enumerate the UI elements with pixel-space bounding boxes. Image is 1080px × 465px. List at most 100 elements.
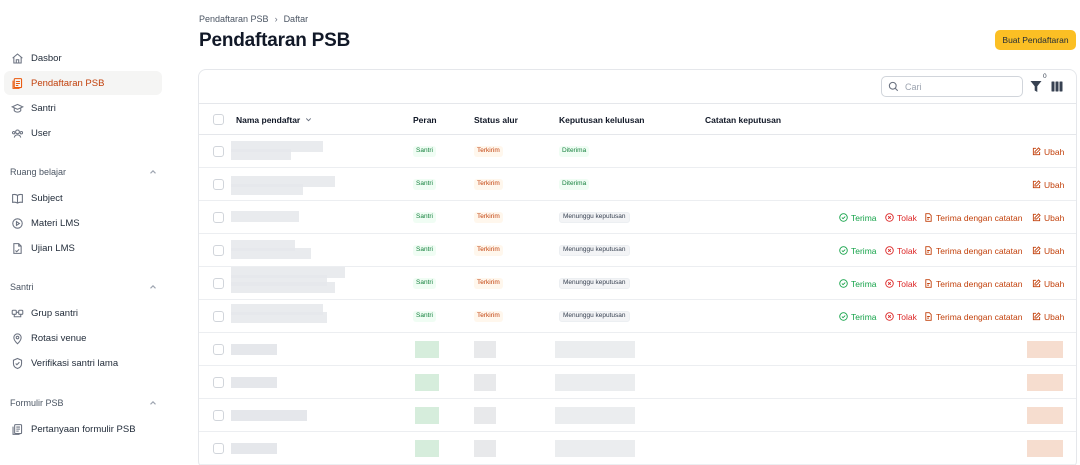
sidebar-item-label: Subject bbox=[31, 192, 63, 204]
sidebar-item-ujian-lms[interactable]: Ujian LMS bbox=[4, 236, 162, 260]
table-row: Santri Terkirim Diterima Ubah bbox=[199, 168, 1076, 201]
home-icon bbox=[10, 51, 24, 65]
chevron-up-icon bbox=[150, 170, 156, 174]
action-label: Tolak bbox=[897, 245, 917, 256]
row-checkbox[interactable] bbox=[213, 443, 224, 454]
row-checkbox[interactable] bbox=[213, 344, 224, 355]
redacted-status bbox=[474, 341, 496, 358]
sidebar-item-label: Dasbor bbox=[31, 52, 62, 64]
sidebar-item-grup-santri[interactable]: Grup santri bbox=[4, 301, 162, 325]
accept-with-note-button[interactable]: Terima dengan catatan bbox=[924, 300, 1022, 333]
section-title: Santri bbox=[10, 282, 34, 292]
column-header-nama-pendaftar[interactable]: Nama pendaftar bbox=[236, 104, 313, 135]
section-santri-toggle[interactable]: Santri bbox=[10, 279, 158, 295]
section-title: Formulir PSB bbox=[10, 398, 64, 408]
row-checkbox[interactable] bbox=[213, 146, 224, 157]
search-input[interactable] bbox=[905, 81, 1015, 92]
role-badge: Santri bbox=[413, 278, 436, 289]
redacted-name bbox=[231, 377, 277, 388]
column-header-status-alur: Status alur bbox=[474, 114, 518, 125]
redacted-action bbox=[1027, 440, 1063, 457]
sidebar-item-pertanyaan-formulir-psb[interactable]: Pertanyaan formulir PSB bbox=[4, 417, 162, 441]
file-note-icon bbox=[925, 213, 932, 222]
redacted-name bbox=[231, 344, 277, 355]
exam-file-icon bbox=[10, 241, 24, 255]
map-pin-icon bbox=[10, 331, 24, 345]
table-row-placeholder bbox=[199, 333, 1076, 366]
edit-icon bbox=[1032, 180, 1041, 189]
sidebar-item-label: Santri bbox=[31, 102, 56, 114]
action-label: Terima dengan catatan bbox=[936, 311, 1023, 322]
accept-button[interactable]: Terima bbox=[839, 267, 877, 300]
edit-icon bbox=[1032, 246, 1041, 255]
decision-badge: Menunggu keputusan bbox=[559, 278, 630, 289]
group-icon bbox=[10, 306, 24, 320]
users-icon bbox=[10, 126, 24, 140]
sidebar-item-verifikasi-santri-lama[interactable]: Verifikasi santri lama bbox=[4, 351, 162, 375]
sidebar-item-santri[interactable]: Santri bbox=[4, 96, 162, 120]
action-label: Ubah bbox=[1044, 146, 1065, 157]
section-ruang-belajar-toggle[interactable]: Ruang belajar bbox=[10, 164, 158, 180]
search-box bbox=[881, 76, 1023, 97]
registrations-table-card: 0 Nama pendaftar Peran Status alur Keput… bbox=[198, 69, 1077, 465]
sidebar-item-user[interactable]: User bbox=[4, 121, 162, 145]
accept-button[interactable]: Terima bbox=[839, 201, 877, 234]
role-badge: Santri bbox=[413, 311, 436, 322]
sidebar-item-subject[interactable]: Subject bbox=[4, 186, 162, 210]
action-label: Terima dengan catatan bbox=[936, 245, 1023, 256]
form-stack-icon bbox=[10, 422, 24, 436]
create-registration-button[interactable]: Buat Pendaftaran bbox=[995, 30, 1076, 50]
status-badge: Terkirim bbox=[474, 179, 503, 190]
accept-button[interactable]: Terima bbox=[839, 234, 877, 267]
accept-with-note-button[interactable]: Terima dengan catatan bbox=[924, 267, 1022, 300]
edit-button[interactable]: Ubah bbox=[1032, 168, 1064, 201]
columns-icon[interactable] bbox=[1051, 81, 1063, 92]
action-label: Ubah bbox=[1044, 278, 1065, 289]
edit-button[interactable]: Ubah bbox=[1032, 201, 1064, 234]
action-label: Terima bbox=[851, 212, 877, 223]
decision-badge: Menunggu keputusan bbox=[559, 245, 630, 256]
row-checkbox[interactable] bbox=[213, 377, 224, 388]
edit-icon bbox=[1032, 312, 1041, 321]
row-checkbox[interactable] bbox=[213, 212, 224, 223]
reject-button[interactable]: Tolak bbox=[885, 201, 917, 234]
action-label: Ubah bbox=[1044, 245, 1065, 256]
accept-with-note-button[interactable]: Terima dengan catatan bbox=[924, 201, 1022, 234]
edit-button[interactable]: Ubah bbox=[1032, 300, 1064, 333]
sidebar-item-pendaftaran-psb[interactable]: Pendaftaran PSB bbox=[4, 71, 162, 95]
sidebar-item-label: Materi LMS bbox=[31, 217, 80, 229]
filter-icon[interactable] bbox=[1030, 80, 1042, 93]
action-label: Tolak bbox=[897, 278, 917, 289]
redacted-name bbox=[231, 443, 277, 454]
select-all-checkbox[interactable] bbox=[213, 114, 224, 125]
row-checkbox[interactable] bbox=[213, 245, 224, 256]
reject-button[interactable]: Tolak bbox=[885, 300, 917, 333]
breadcrumb-link-pendaftaran-psb[interactable]: Pendaftaran PSB bbox=[199, 14, 269, 24]
reject-button[interactable]: Tolak bbox=[885, 234, 917, 267]
row-checkbox[interactable] bbox=[213, 311, 224, 322]
edit-button[interactable]: Ubah bbox=[1032, 267, 1064, 300]
sidebar-item-label: Pendaftaran PSB bbox=[31, 77, 105, 89]
section-formulir-psb-toggle[interactable]: Formulir PSB bbox=[10, 395, 158, 411]
role-badge: Santri bbox=[413, 146, 436, 157]
accept-with-note-button[interactable]: Terima dengan catatan bbox=[924, 234, 1022, 267]
edit-button[interactable]: Ubah bbox=[1032, 234, 1064, 267]
table-row: Santri Terkirim Diterima Ubah bbox=[199, 135, 1076, 168]
action-label: Terima bbox=[851, 245, 877, 256]
action-label: Ubah bbox=[1044, 311, 1065, 322]
redacted-role bbox=[415, 341, 439, 358]
reject-button[interactable]: Tolak bbox=[885, 267, 917, 300]
sidebar-item-materi-lms[interactable]: Materi LMS bbox=[4, 211, 162, 235]
sidebar-item-rotasi-venue[interactable]: Rotasi venue bbox=[4, 326, 162, 350]
row-checkbox[interactable] bbox=[213, 410, 224, 421]
sidebar-item-dasbor[interactable]: Dasbor bbox=[4, 46, 162, 70]
sidebar: Dasbor Pendaftaran PSB Santri User Ruang… bbox=[0, 0, 172, 465]
redacted-role bbox=[415, 440, 439, 457]
row-checkbox[interactable] bbox=[213, 278, 224, 289]
accept-button[interactable]: Terima bbox=[839, 300, 877, 333]
edit-button[interactable]: Ubah bbox=[1032, 135, 1064, 168]
action-label: Tolak bbox=[897, 311, 917, 322]
redacted-name bbox=[231, 184, 303, 195]
row-checkbox[interactable] bbox=[213, 179, 224, 190]
chevron-up-icon bbox=[150, 401, 156, 405]
